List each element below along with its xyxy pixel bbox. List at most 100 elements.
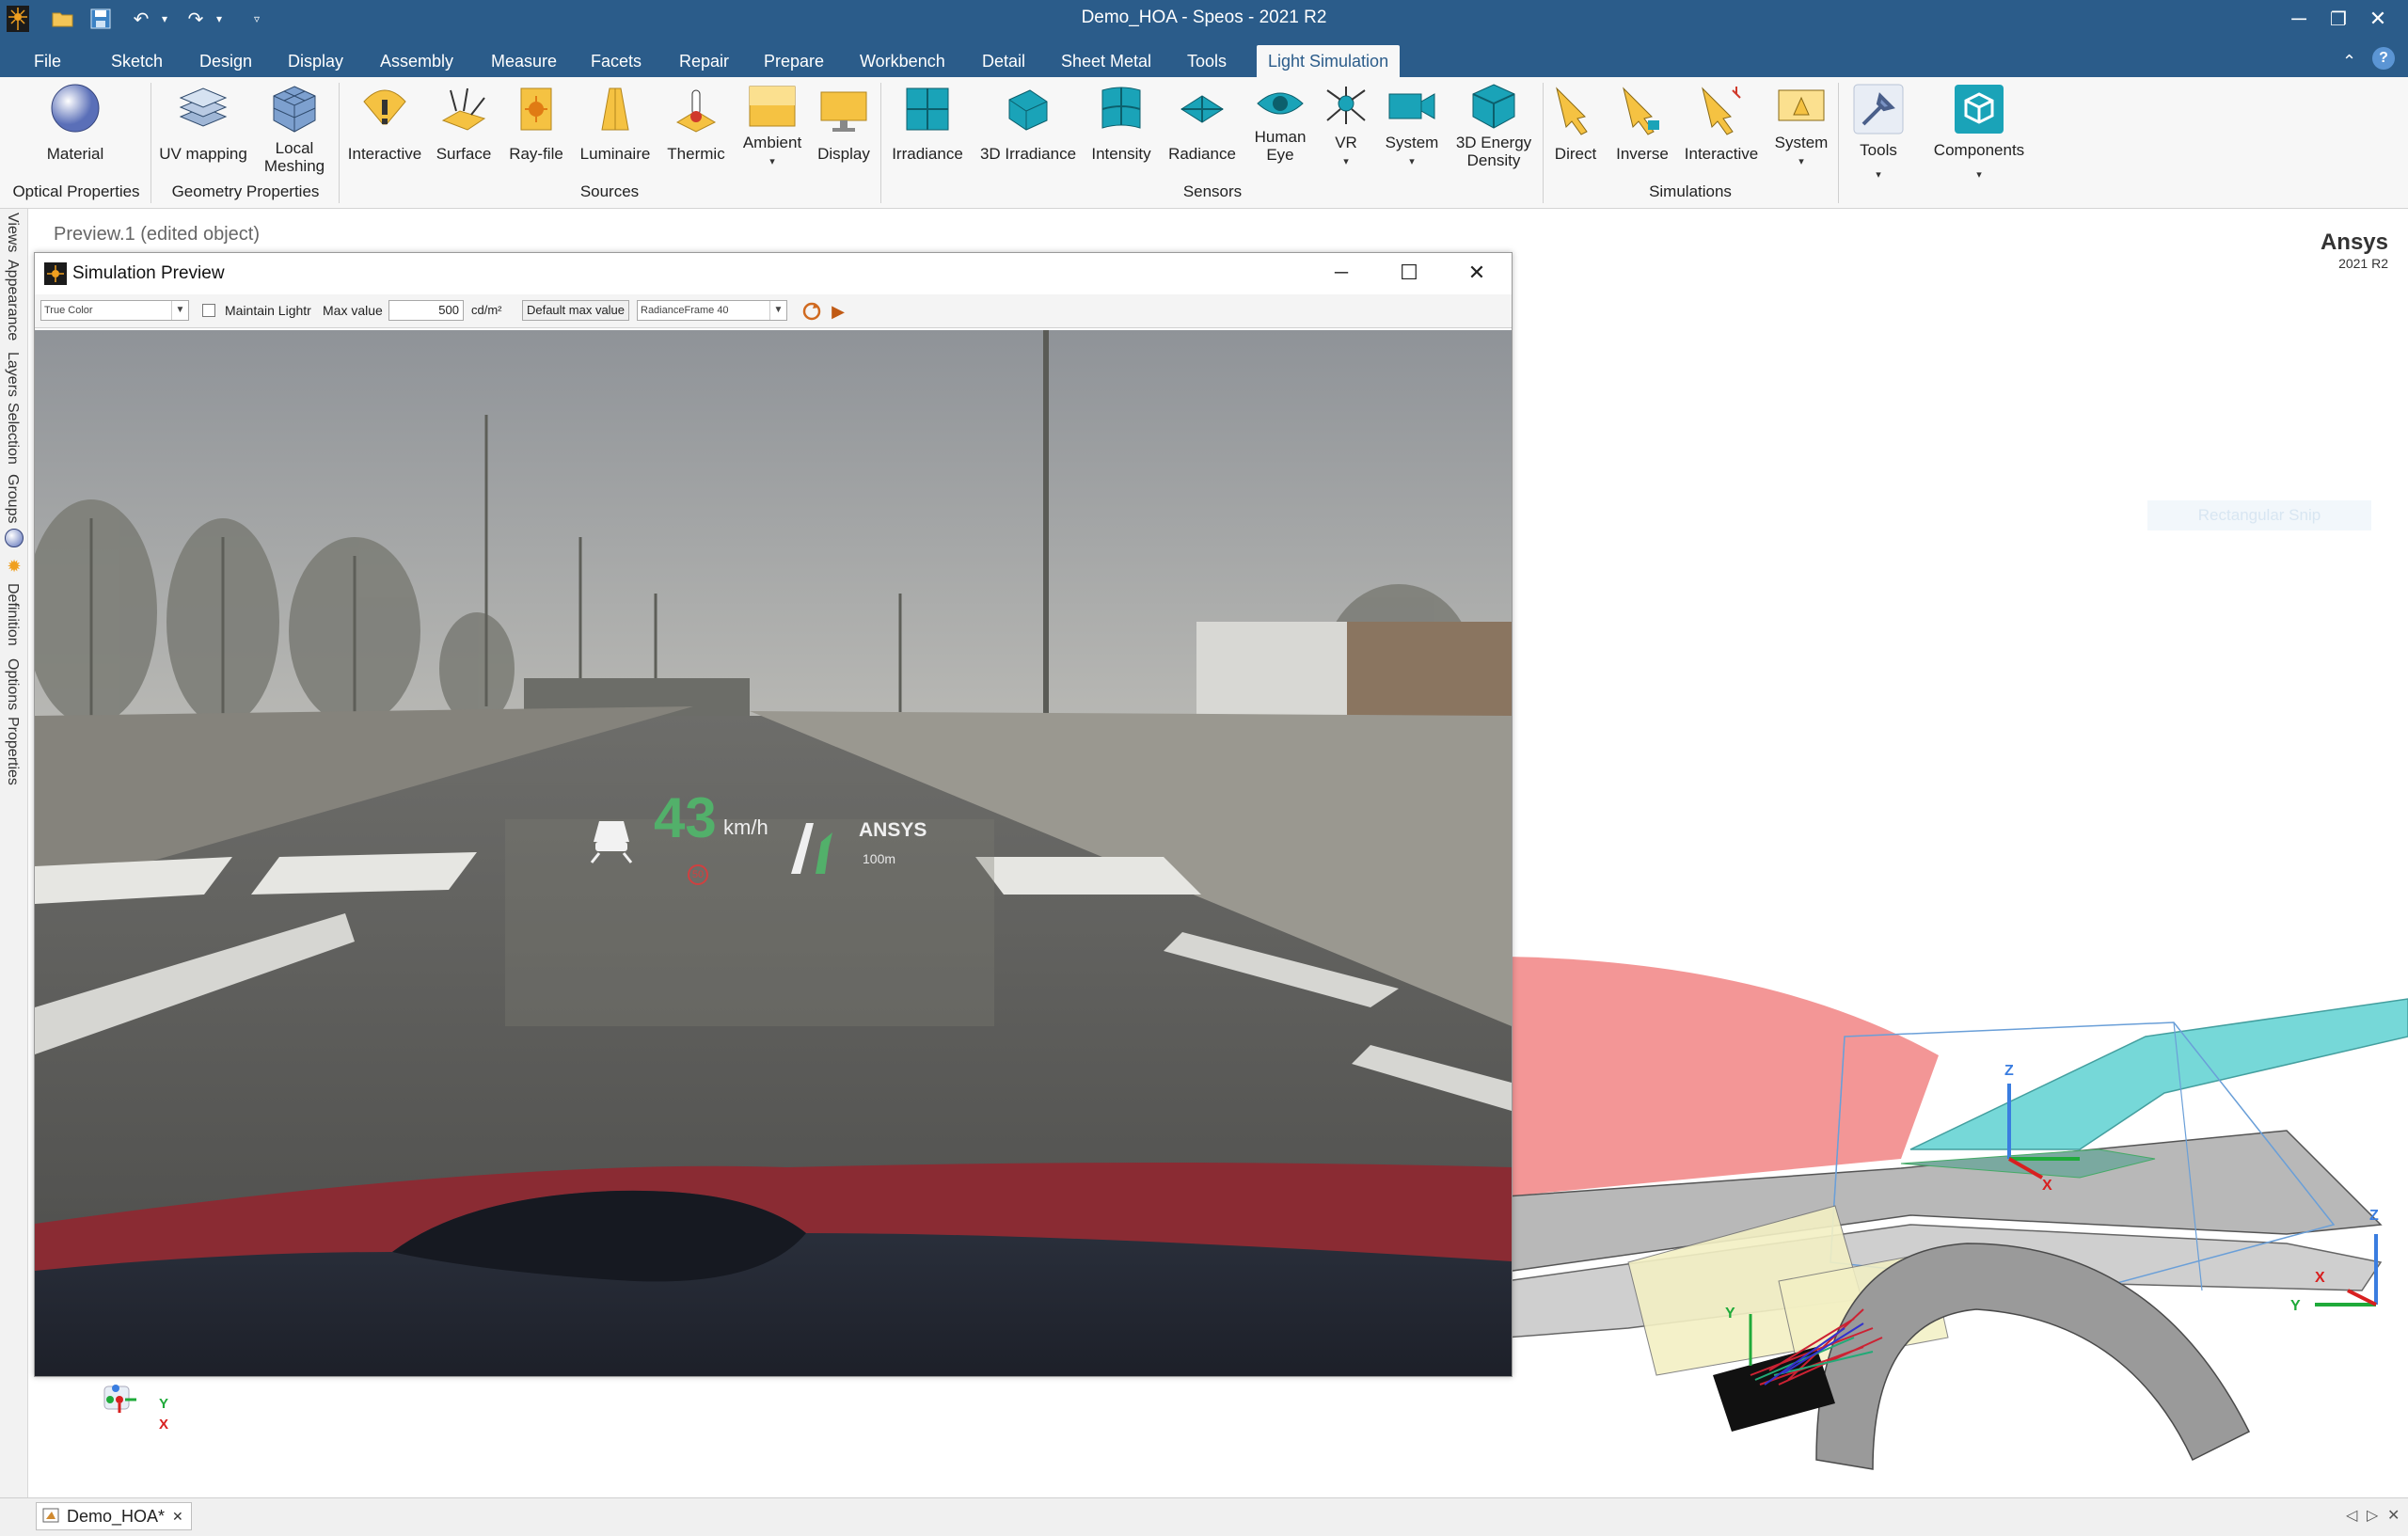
luminaire-button[interactable]: Luminaire [576, 83, 655, 163]
energy-density-3d-button[interactable]: 3D Energy Density [1449, 83, 1539, 169]
direct-simulation-button[interactable]: Direct [1546, 83, 1605, 163]
frame-select[interactable]: RadianceFrame 40 ▼ [637, 300, 787, 321]
tab-layers[interactable]: Layers [4, 352, 21, 397]
document-icon [42, 1508, 61, 1525]
system-simulation-button[interactable]: System ▾ [1768, 83, 1834, 171]
tab-nav-next[interactable]: ▷ [2367, 1506, 2378, 1525]
intensity-button[interactable]: Intensity [1085, 83, 1157, 163]
sun-icon[interactable]: ✹ [5, 557, 24, 576]
preview-render[interactable]: 43 km/h 50 ANSYS 100m [35, 330, 1512, 1376]
tab-light-simulation[interactable]: Light Simulation [1257, 45, 1401, 77]
vr-dropdown[interactable]: ▾ [1317, 153, 1375, 171]
ray-file-label: Ray-file [509, 145, 563, 163]
radiance-label: Radiance [1168, 145, 1236, 163]
tab-prepare[interactable]: Prepare [758, 45, 830, 77]
irradiance-button[interactable]: Irradiance [886, 83, 969, 163]
max-value-input[interactable]: 500 [388, 300, 464, 321]
tab-nav-prev[interactable]: ◁ [2346, 1506, 2357, 1525]
ribbon-collapse-button[interactable]: ⌃ [2337, 45, 2362, 77]
tab-workbench[interactable]: Workbench [854, 45, 951, 77]
axis-x-label: X [2042, 1178, 2052, 1194]
system-sensor-dropdown[interactable]: ▾ [1379, 153, 1445, 171]
tab-measure[interactable]: Measure [485, 45, 562, 77]
direct-label: Direct [1554, 145, 1597, 163]
tab-assembly[interactable]: Assembly [374, 45, 459, 77]
tab-tools[interactable]: Tools [1181, 45, 1232, 77]
default-max-value-button[interactable]: Default max value [522, 300, 629, 321]
surface-source-icon [441, 87, 486, 131]
axis-y-label: Y [2290, 1298, 2301, 1314]
vr-label: VR [1335, 134, 1357, 151]
tab-sheet-metal[interactable]: Sheet Metal [1055, 45, 1157, 77]
document-tab[interactable]: Demo_HOA* ✕ [36, 1502, 192, 1530]
play-icon[interactable]: ▶ [827, 300, 849, 323]
ambient-dropdown[interactable]: ▾ [737, 153, 807, 171]
interactive-source-button[interactable]: Interactive [342, 83, 427, 163]
tab-selection[interactable]: Selection [4, 403, 21, 465]
help-icon[interactable]: ? [2372, 47, 2395, 70]
tab-detail[interactable]: Detail [976, 45, 1031, 77]
simulation-preview-window[interactable]: Simulation Preview ─ ☐ ✕ True Color ▼ Ma… [34, 252, 1513, 1377]
axis-x-label: X [2315, 1270, 2325, 1286]
preview-minimize-button[interactable]: ─ [1325, 259, 1357, 289]
restore-button[interactable]: ❐ [2320, 2, 2357, 36]
material-sphere-icon [51, 84, 100, 133]
thermic-button[interactable]: Thermic [660, 83, 732, 163]
preview-title-bar[interactable]: Simulation Preview ─ ☐ ✕ [35, 253, 1512, 294]
tab-design[interactable]: Design [194, 45, 258, 77]
tab-facets[interactable]: Facets [585, 45, 647, 77]
color-mode-select[interactable]: True Color ▼ [40, 300, 189, 321]
camera-sensor-icon [1388, 93, 1435, 119]
interactive-source-icon [363, 89, 406, 125]
tools-dropdown[interactable]: ▾ [1846, 166, 1911, 184]
radiance-sensor-icon [1180, 95, 1224, 123]
tab-display[interactable]: Display [282, 45, 349, 77]
material-button[interactable]: Material [41, 83, 109, 163]
system-simulation-dropdown[interactable]: ▾ [1768, 153, 1834, 171]
close-button[interactable]: ✕ [2359, 2, 2397, 36]
window-title: Demo_HOA - Speos - 2021 R2 [1081, 8, 1327, 27]
interactive-simulation-label: Interactive [1684, 145, 1759, 163]
tab-groups[interactable]: Groups [4, 474, 21, 523]
hud-speed: 43 [654, 786, 717, 849]
tab-views[interactable]: Views [4, 213, 21, 252]
ribbon-separator [1838, 83, 1839, 203]
tab-sketch[interactable]: Sketch [105, 45, 168, 77]
preview-maximize-button[interactable]: ☐ [1393, 259, 1425, 289]
tab-properties[interactable]: Properties [4, 717, 21, 785]
tab-definition[interactable]: Definition [4, 583, 21, 646]
energy-density-icon [1472, 84, 1515, 129]
document-tab-close[interactable]: ✕ [172, 1509, 183, 1525]
tab-file[interactable]: File [28, 45, 67, 77]
energy-density-label-1: 3D Energy [1455, 134, 1532, 151]
tools-button[interactable]: Tools ▾ [1846, 83, 1911, 184]
tab-appearance[interactable]: Appearance [4, 260, 21, 340]
inverse-simulation-button[interactable]: Inverse [1608, 83, 1676, 163]
human-eye-label-2: Eye [1266, 146, 1294, 164]
tab-options[interactable]: Options [4, 658, 21, 710]
speos-small-logo-icon [44, 262, 67, 285]
tab-repair[interactable]: Repair [673, 45, 735, 77]
ambient-button[interactable]: Ambient ▾ [737, 83, 807, 171]
radiance-button[interactable]: Radiance [1161, 83, 1244, 163]
components-dropdown[interactable]: ▾ [1921, 166, 2037, 184]
display-source-button[interactable]: Display [811, 83, 877, 163]
interactive-simulation-button[interactable]: Interactive [1680, 83, 1763, 163]
material-sphere-icon[interactable] [5, 529, 24, 547]
refresh-icon[interactable] [800, 300, 823, 323]
components-button[interactable]: Components ▾ [1921, 83, 2037, 184]
ray-file-button[interactable]: Ray-file [500, 83, 572, 163]
vr-button[interactable]: VR ▾ [1317, 83, 1375, 171]
minimize-button[interactable]: ─ [2280, 2, 2318, 36]
irradiance-3d-button[interactable]: 3D Irradiance [974, 83, 1082, 163]
uv-mapping-button[interactable]: UV mapping [156, 83, 250, 163]
orientation-triad[interactable] [101, 1379, 146, 1417]
vr-sensor-icon [1326, 87, 1366, 124]
tab-nav-close[interactable]: ✕ [2387, 1506, 2400, 1525]
human-eye-button[interactable]: Human Eye [1247, 83, 1313, 164]
maintain-checkbox[interactable] [202, 304, 215, 317]
preview-close-button[interactable]: ✕ [1461, 259, 1493, 289]
surface-source-button[interactable]: Surface [433, 83, 495, 163]
local-meshing-button[interactable]: Local Meshing [260, 83, 329, 175]
system-sensor-button[interactable]: System ▾ [1379, 83, 1445, 171]
